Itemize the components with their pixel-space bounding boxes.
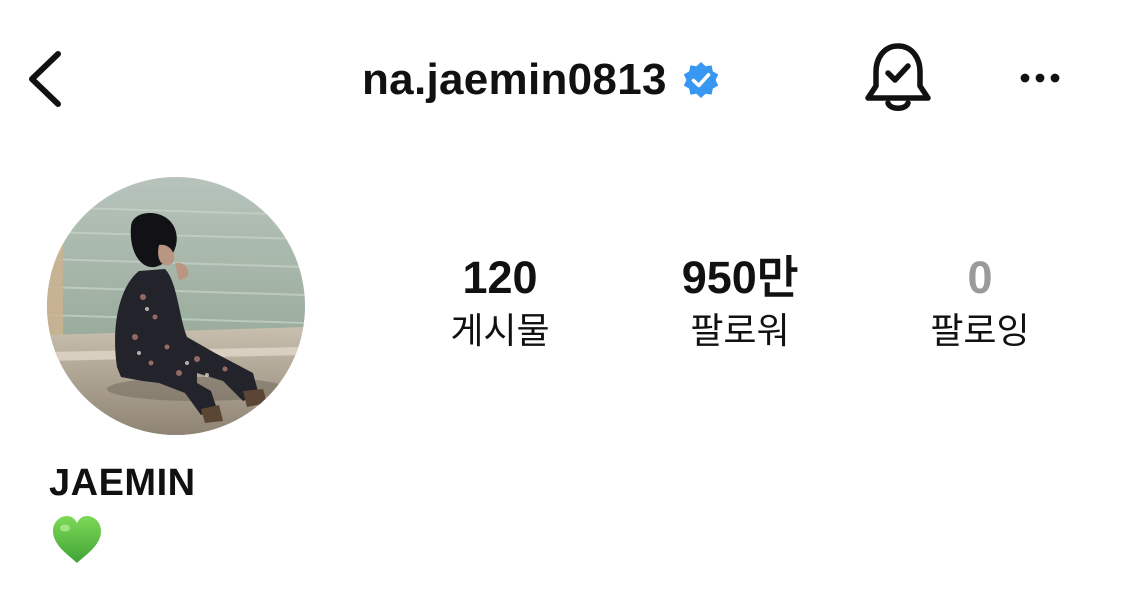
following-label: 팔로잉 (930, 311, 1030, 352)
bell-check-icon (865, 43, 931, 111)
more-options-button[interactable] (1012, 58, 1068, 98)
bio (50, 514, 104, 566)
username-title: na.jaemin0813 (362, 52, 721, 108)
username-text: na.jaemin0813 (362, 55, 667, 104)
display-name: JAEMIN (49, 462, 196, 504)
chevron-left-icon (29, 51, 61, 107)
profile-header: na.jaemin0813 (0, 0, 1125, 160)
followers-label: 팔로워 (690, 311, 790, 352)
notifications-button[interactable] (862, 40, 934, 116)
posts-count: 120 (462, 252, 538, 303)
green-heart-icon (53, 516, 101, 563)
avatar-photo (47, 177, 305, 435)
verified-badge-icon (683, 62, 718, 98)
followers-stat[interactable]: 950만 팔로워 (640, 250, 840, 356)
following-stat[interactable]: 0 팔로잉 (880, 250, 1080, 356)
profile-avatar[interactable] (47, 177, 305, 435)
followers-count: 950만 (681, 252, 799, 303)
posts-stat[interactable]: 120 게시물 (400, 250, 600, 356)
following-count: 0 (967, 252, 993, 303)
posts-label: 게시물 (450, 311, 550, 352)
back-button[interactable] (22, 48, 72, 110)
more-horizontal-icon (1020, 73, 1060, 83)
